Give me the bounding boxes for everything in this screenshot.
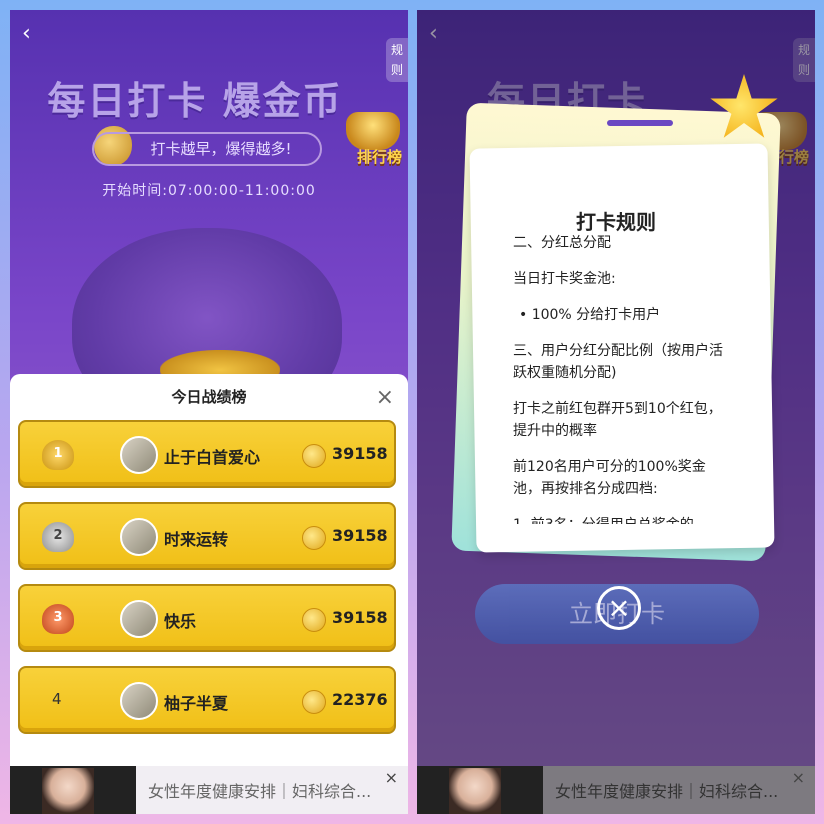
leaderboard-sheet: 今日战绩榜 × 1 止于白首爱心 39158 2 时来运转 39158 3 快乐… [10, 374, 408, 766]
score: 39158 [332, 526, 388, 545]
leaderboard-button[interactable]: 排行榜 [357, 146, 402, 167]
left-screen: ‹ 规则 每日打卡 爆金币 打卡越早，爆得越多! 开始时间:07:00:00-1… [10, 10, 408, 814]
score: 39158 [332, 444, 388, 463]
avatar [120, 518, 158, 556]
ad-thumbnail [417, 766, 543, 814]
coin-icon [302, 608, 326, 632]
rules-paragraph: 二、分红总分配 [513, 235, 611, 251]
rules-paragraph: 打卡之前红包群开5到10个红包，提升中的概率 [513, 401, 722, 439]
leaderboard-row: 4 柚子半夏 22376 [18, 666, 396, 734]
silver-medal-icon: 2 [42, 522, 74, 552]
rules-paragraph: 前120名用户可分的100%奖金池，再按排名分成四档: [513, 459, 706, 497]
coin-icon [302, 444, 326, 468]
close-icon[interactable]: × [597, 586, 641, 630]
slogan-pill: 打卡越早，爆得越多! [92, 132, 322, 166]
start-time-text: 开始时间:07:00:00-11:00:00 [102, 183, 316, 199]
score: 22376 [332, 690, 388, 709]
user-name: 柚子半夏 [164, 694, 229, 713]
avatar [120, 682, 158, 720]
ad-text[interactable]: 女性年度健康安排｜妇科综合... [148, 778, 404, 802]
avatar [120, 436, 158, 474]
rules-tab-button[interactable]: 规则 [386, 38, 408, 82]
user-name: 快乐 [164, 612, 197, 631]
rules-paragraph: 1. 前3名：分得用户总奖金的 [513, 514, 727, 524]
back-icon[interactable]: ‹ [22, 23, 38, 45]
rules-text: 二、分红总分配 当日打卡奖金池: • 100% 分给打卡用户 三、用户分红分配比… [513, 232, 727, 524]
coin-icon [302, 690, 326, 714]
card-slot [607, 120, 673, 126]
close-icon[interactable]: × [385, 768, 398, 787]
rules-title: 打卡规则 [576, 210, 656, 234]
trophy-icon[interactable] [346, 112, 400, 150]
rules-paragraph: 当日打卡奖金池: [513, 271, 616, 287]
leaderboard-row: 2 时来运转 39158 [18, 502, 396, 570]
close-icon[interactable]: × [376, 387, 394, 409]
score: 39158 [332, 608, 388, 627]
user-name: 时来运转 [164, 530, 229, 549]
coin-icon [302, 526, 326, 550]
rules-paragraph: 三、用户分红分配比例（按用户活跃权重随机分配) [513, 343, 723, 381]
leaderboard-row: 3 快乐 39158 [18, 584, 396, 652]
sheet-title: 今日战绩榜 [171, 388, 247, 406]
gold-medal-icon: 1 [42, 440, 74, 470]
rank-number: 4 [52, 690, 62, 708]
bronze-medal-icon: 3 [42, 604, 74, 634]
ad-text[interactable]: 女性年度健康安排｜妇科综合... [555, 778, 811, 802]
ad-banner[interactable]: 女性年度健康安排｜妇科综合... × [417, 766, 815, 814]
rules-list-item: • 100% 分给打卡用户 [519, 307, 661, 323]
user-name: 止于白首爱心 [164, 448, 261, 467]
ad-thumbnail [10, 766, 136, 814]
ad-banner[interactable]: 女性年度健康安排｜妇科综合... × [10, 766, 408, 814]
hero-title: 每日打卡 爆金币 [47, 79, 343, 123]
leaderboard-row: 1 止于白首爱心 39158 [18, 420, 396, 488]
right-screen: ‹ 规则 每日打卡 排行榜 打卡规则 二、分红总分配 当日打卡奖金池: • 10… [417, 10, 815, 814]
avatar [120, 600, 158, 638]
close-icon[interactable]: × [792, 768, 805, 787]
